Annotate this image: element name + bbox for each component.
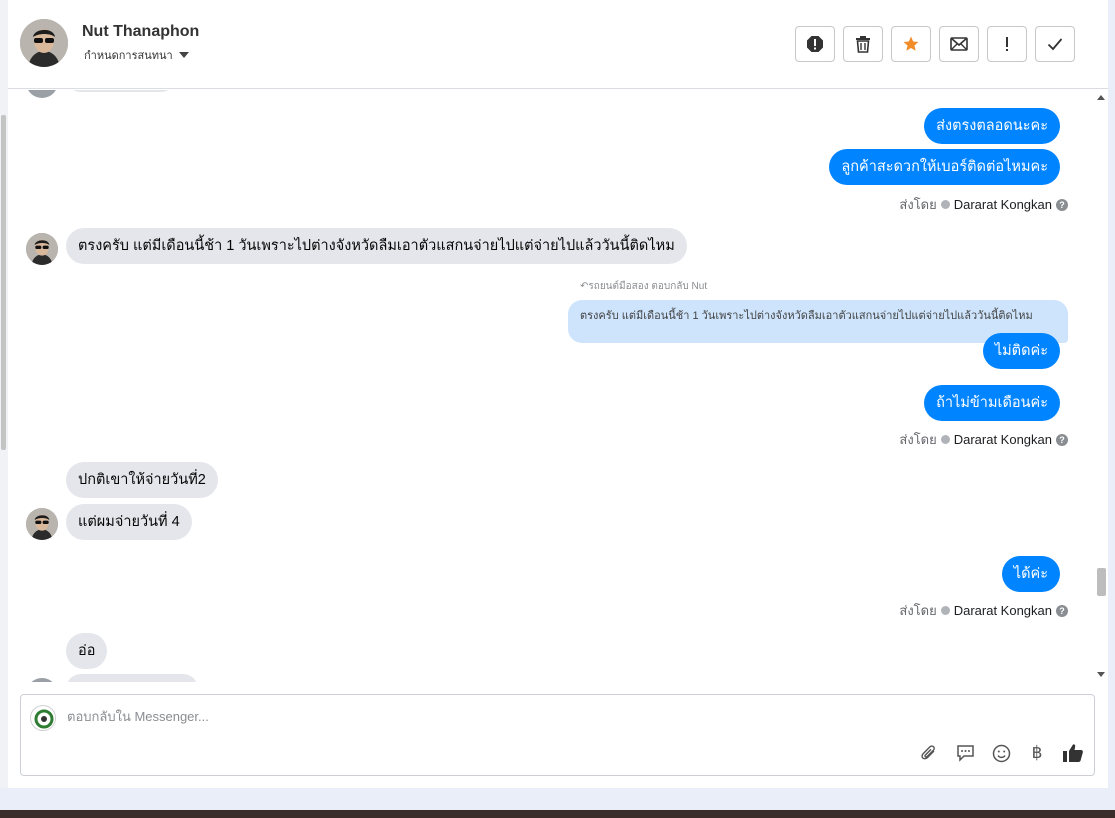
reply-header-text: รถยนต์มือสอง ตอบกลับ Nut xyxy=(588,281,708,292)
contact-avatar-small[interactable] xyxy=(26,233,58,265)
reply-header: ↶รถยนต์มือสอง ตอบกลับ Nut xyxy=(580,279,707,294)
spam-icon xyxy=(807,36,823,52)
paperclip-icon xyxy=(921,745,935,760)
outgoing-message: ไม่ติดค่ะ xyxy=(982,333,1060,369)
sent-by-label: ส่งโดย xyxy=(899,197,937,212)
assign-label: กำหนดการสนทนา xyxy=(84,50,173,62)
message-thread[interactable]: ส่งตรงตลอดนะคะ ลูกค้าสะดวกให้เบอร์ติดต่อ… xyxy=(8,90,1108,682)
agent-name: Dararat Kongkan xyxy=(953,197,1052,212)
composer-tools: ฿ xyxy=(918,742,1084,764)
conversation-header: Nut Thanaphon กำหนดการสนทนา xyxy=(8,0,1108,89)
conversation-panel: Nut Thanaphon กำหนดการสนทนา ส่งตรงตลอดนะ… xyxy=(8,0,1108,788)
outgoing-message: ถ้าไม่ข้ามเดือนค่ะ xyxy=(924,385,1060,421)
window-left-scrollbar[interactable] xyxy=(0,0,8,788)
comment-icon xyxy=(956,745,974,762)
thread-scroll-thumb[interactable] xyxy=(1097,568,1106,596)
contact-avatar-small xyxy=(26,678,58,682)
exclamation-icon xyxy=(1006,37,1008,51)
agent-status-icon xyxy=(940,435,950,444)
agent-status-icon xyxy=(940,200,950,209)
contact-avatar-small xyxy=(26,90,58,98)
outgoing-message: ได้ค่ะ xyxy=(1001,556,1060,592)
outgoing-message: ส่งตรงตลอดนะคะ xyxy=(924,108,1060,144)
mark-done-button[interactable] xyxy=(1035,26,1075,62)
sent-by-line: ส่งโดย Dararat Kongkan ? xyxy=(899,194,1068,215)
reply-composer: ฿ xyxy=(20,694,1095,776)
sent-by-line: ส่งโดย Dararat Kongkan ? xyxy=(899,600,1068,621)
thread-scrollbar[interactable] xyxy=(1094,90,1108,682)
help-icon[interactable]: ? xyxy=(1056,198,1068,211)
incoming-message: ตรงครับ แต่มีเดือนนี้ช้า 1 วันเพราะไปต่า… xyxy=(66,228,687,264)
mark-spam-button[interactable] xyxy=(795,26,835,62)
payment-button[interactable]: ฿ xyxy=(1026,742,1048,764)
delete-button[interactable] xyxy=(843,26,883,62)
mark-unread-button[interactable] xyxy=(939,26,979,62)
agent-name: Dararat Kongkan xyxy=(953,432,1052,447)
incoming-message: อ่อ xyxy=(66,633,108,669)
help-icon[interactable]: ? xyxy=(1056,433,1068,446)
smile-icon xyxy=(992,744,1010,762)
sent-by-label: ส่งโดย xyxy=(899,603,937,618)
scroll-up-arrow-icon[interactable] xyxy=(1097,95,1105,100)
page-avatar xyxy=(30,705,56,731)
star-button[interactable] xyxy=(891,26,931,62)
baht-icon: ฿ xyxy=(1031,743,1043,762)
contact-avatar[interactable] xyxy=(20,19,68,67)
saved-replies-button[interactable] xyxy=(954,742,976,764)
mail-icon xyxy=(950,37,968,51)
message-bubble-cut xyxy=(66,674,198,682)
contact-name: Nut Thanaphon xyxy=(82,23,200,40)
help-icon[interactable]: ? xyxy=(1056,604,1068,617)
agent-name: Dararat Kongkan xyxy=(953,603,1052,618)
trash-icon xyxy=(856,36,870,53)
incoming-message: แต่ผมจ่ายวันที่ 4 xyxy=(66,504,192,540)
taskbar-edge xyxy=(0,810,1115,818)
thumbs-up-icon xyxy=(1063,744,1083,762)
message-bubble-cut xyxy=(66,90,176,92)
outgoing-message: ลูกค้าสะดวกให้เบอร์ติดต่อไหมคะ xyxy=(829,149,1060,185)
scroll-down-arrow-icon[interactable] xyxy=(1097,672,1105,677)
check-icon xyxy=(1047,38,1063,51)
reply-input[interactable] xyxy=(67,709,867,724)
header-actions xyxy=(795,26,1075,62)
like-button[interactable] xyxy=(1062,742,1084,764)
incoming-message: ปกติเขาให้จ่ายวันที่2 xyxy=(66,462,218,498)
assign-conversation-dropdown[interactable]: กำหนดการสนทนา xyxy=(84,46,189,64)
star-icon xyxy=(903,36,919,51)
sent-by-label: ส่งโดย xyxy=(899,432,937,447)
agent-status-icon xyxy=(940,606,950,615)
attach-button[interactable] xyxy=(918,742,940,764)
emoji-button[interactable] xyxy=(990,742,1012,764)
window-scroll-thumb[interactable] xyxy=(1,115,6,450)
caret-down-icon xyxy=(178,52,189,58)
important-button[interactable] xyxy=(987,26,1027,62)
sent-by-line: ส่งโดย Dararat Kongkan ? xyxy=(899,429,1068,450)
contact-avatar-small[interactable] xyxy=(26,508,58,540)
